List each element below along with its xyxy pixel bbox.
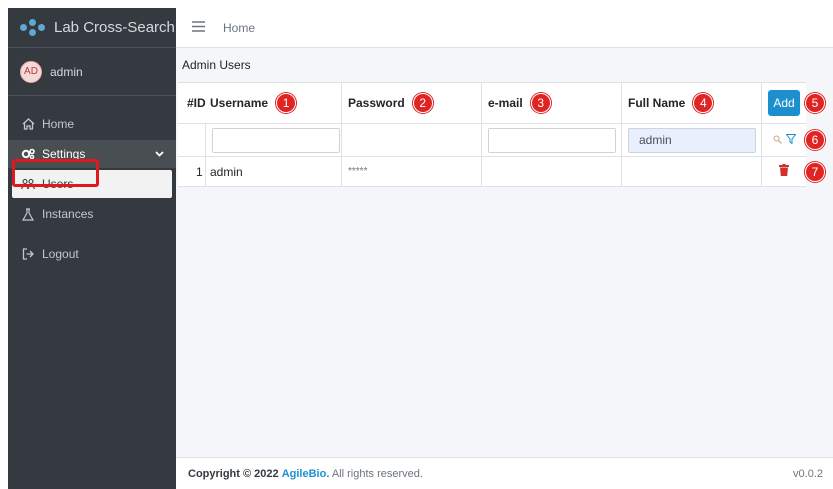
filter-cell-username <box>206 124 342 156</box>
cell-password: ***** <box>342 157 482 186</box>
sidebar-item-label: Logout <box>42 247 79 261</box>
chevron-down-icon <box>155 149 164 160</box>
sidebar-item-label: Instances <box>42 207 94 221</box>
users-highlight-box <box>12 159 99 187</box>
users-grid: #ID Username 1 Password 2 e-mail 3 Full … <box>178 82 825 187</box>
sidebar-item-home[interactable]: Home <box>8 110 176 138</box>
version-label: v0.0.2 <box>793 467 823 480</box>
cell-full-name <box>622 157 762 186</box>
column-header-email[interactable]: e-mail 3 <box>482 83 622 123</box>
email-filter-input[interactable] <box>488 127 616 153</box>
full-name-filter-input[interactable] <box>628 127 756 153</box>
filter-cell-full-name <box>622 124 762 156</box>
menu-toggle-icon[interactable] <box>192 19 205 36</box>
sidebar-nav: Home Settings Users Instances Logout <box>8 110 176 268</box>
top-navbar: Home <box>176 8 833 48</box>
filter-cell-password <box>342 124 482 156</box>
callout-badge-2: 2 <box>412 93 433 113</box>
sidebar-item-logout[interactable]: Logout <box>8 240 176 268</box>
callout-badge-1: 1 <box>276 93 297 113</box>
user-panel[interactable]: AD admin <box>8 48 176 96</box>
cell-id: 1 <box>178 157 206 186</box>
brand-link[interactable]: Lab Cross-Search <box>8 8 176 48</box>
sidebar-item-instances[interactable]: Instances <box>8 200 176 228</box>
user-name: admin <box>50 64 83 79</box>
cell-username: admin <box>206 157 342 186</box>
avatar: AD <box>20 60 42 83</box>
filter-cell-id <box>178 124 206 156</box>
column-header-username[interactable]: Username 1 <box>206 83 342 123</box>
filter-cell-actions: 6 <box>762 124 825 156</box>
footer-copyright: Copyright © 2022 AgileBio. All rights re… <box>188 467 423 480</box>
logout-icon <box>21 248 35 260</box>
page-title: Admin Users <box>182 58 251 72</box>
grid-header-row: #ID Username 1 Password 2 e-mail 3 Full … <box>178 83 825 124</box>
callout-badge-5: 5 <box>805 93 825 113</box>
footer: Copyright © 2022 AgileBio. All rights re… <box>176 457 833 489</box>
filter-cell-email <box>482 124 622 156</box>
callout-badge-3: 3 <box>530 93 551 113</box>
add-button[interactable]: Add <box>768 90 800 116</box>
column-header-id: #ID <box>187 96 206 110</box>
brand-name: Lab Cross-Search <box>54 19 175 36</box>
main-content: Admin Users #ID Username 1 Password 2 e-… <box>176 48 833 489</box>
column-header-full-name[interactable]: Full Name 4 <box>622 83 762 123</box>
grid-filter-row: 6 <box>178 124 825 157</box>
home-icon <box>21 118 35 130</box>
filter-icon[interactable] <box>784 133 797 147</box>
delete-icon[interactable] <box>779 164 789 179</box>
cell-actions: 7 <box>762 157 825 186</box>
brand-logo-icon <box>20 18 46 37</box>
sidebar-item-label: Home <box>42 117 75 131</box>
breadcrumb-home[interactable]: Home <box>223 21 255 35</box>
username-filter-input[interactable] <box>212 127 340 153</box>
column-header-password[interactable]: Password 2 <box>342 83 482 123</box>
company-link[interactable]: AgileBio. <box>282 468 330 480</box>
column-header-actions: Add 5 <box>762 83 825 123</box>
callout-badge-6: 6 <box>805 130 825 150</box>
callout-badge-7: 7 <box>805 161 825 182</box>
sidebar: Lab Cross-Search AD admin Home Settings … <box>8 8 176 489</box>
table-row[interactable]: 1 admin ***** 7 <box>178 157 825 187</box>
search-icon[interactable] <box>773 133 782 147</box>
flask-icon <box>21 207 35 221</box>
callout-badge-4: 4 <box>693 93 714 113</box>
cell-email <box>482 157 622 186</box>
